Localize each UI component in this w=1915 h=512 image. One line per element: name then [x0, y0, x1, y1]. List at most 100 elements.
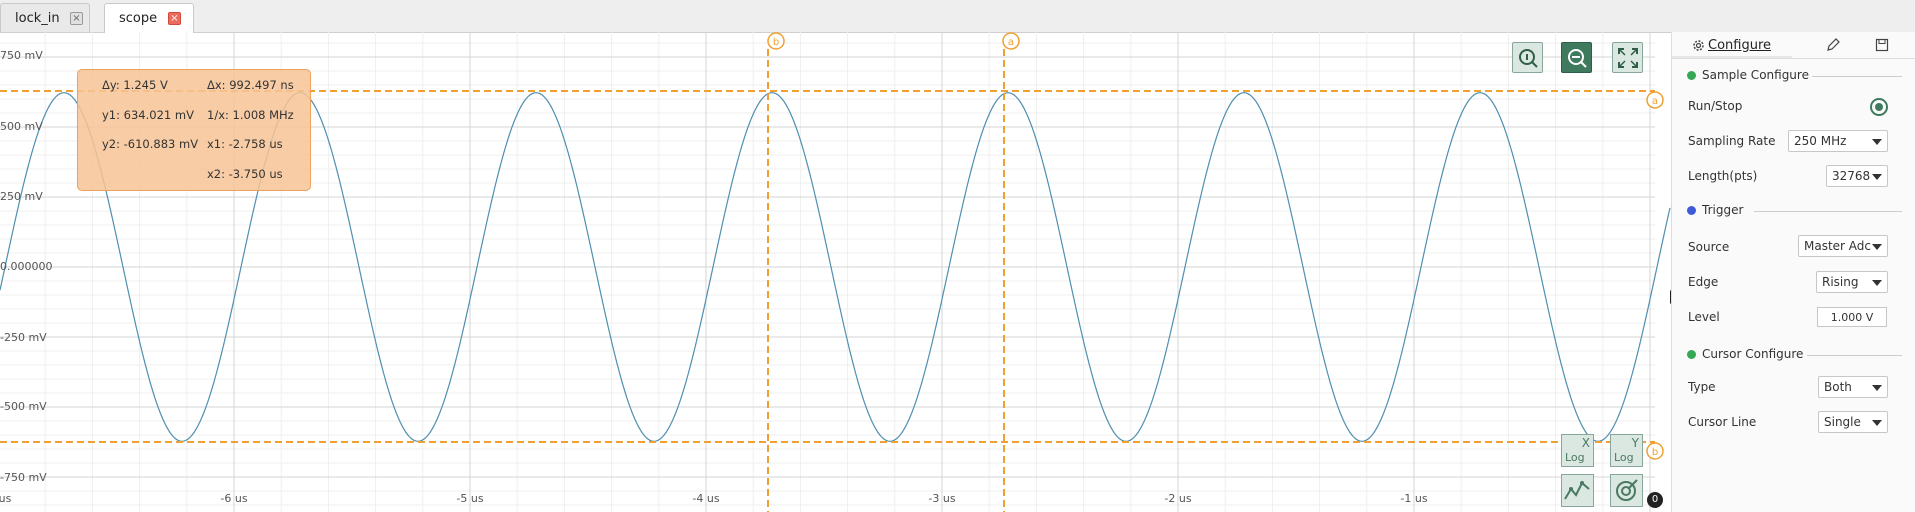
target-icon — [1616, 479, 1638, 501]
section-title: Trigger — [1702, 203, 1744, 217]
tab-configure-label: Configure — [1708, 37, 1772, 53]
log-y-label: Log — [1614, 451, 1634, 464]
active-tab-underline — [1672, 56, 1792, 58]
log-x-button[interactable]: X Log — [1561, 434, 1594, 467]
section-divider — [1754, 211, 1902, 212]
x2-readout: x2: -3.750 us — [207, 167, 283, 181]
y-tick-label: 500 mV — [0, 120, 43, 133]
cursor-line-value: Single — [1824, 415, 1861, 429]
y-tick-label: -250 mV — [0, 331, 47, 344]
type-label: Type — [1688, 380, 1716, 394]
log-x-label: Log — [1565, 451, 1585, 464]
section-divider — [1807, 355, 1902, 356]
log-x-axis-label: X — [1581, 436, 1590, 450]
run-stop-toggle[interactable] — [1870, 98, 1888, 116]
waveform-mode-button[interactable] — [1561, 474, 1594, 507]
zoom-info-icon — [1518, 48, 1538, 68]
x-tick-label: -1 us — [1400, 492, 1428, 505]
cursor-marker-a-top: a — [1002, 32, 1020, 50]
cursor-marker-a-right: a — [1646, 91, 1664, 109]
tab-bar: lock_in × scope × — [0, 0, 1915, 33]
green-dot-icon — [1687, 349, 1696, 359]
close-icon[interactable]: × — [168, 12, 181, 25]
sampling-rate-value: 250 MHz — [1794, 134, 1847, 148]
chevron-down-icon — [1872, 420, 1882, 426]
edge-label: Edge — [1688, 275, 1719, 289]
fullscreen-button[interactable] — [1612, 42, 1643, 73]
waveform-icon — [1564, 481, 1590, 500]
sampling-rate-label: Sampling Rate — [1688, 134, 1776, 148]
x1-readout: x1: -2.758 us — [207, 137, 283, 151]
log-y-axis-label: Y — [1631, 436, 1639, 450]
y-tick-label: 0.000000 — [0, 260, 53, 273]
tab-label: lock_in — [15, 10, 60, 26]
green-dot-icon — [1687, 70, 1696, 80]
run-stop-label: Run/Stop — [1688, 99, 1743, 113]
target-mode-button[interactable] — [1610, 474, 1643, 507]
save-icon — [1875, 38, 1889, 52]
zoom-out-icon — [1567, 48, 1587, 68]
close-icon[interactable]: × — [70, 12, 83, 25]
chevron-down-icon — [1872, 139, 1882, 145]
y-tick-label: -500 mV — [0, 400, 47, 413]
source-select[interactable]: Master Adc — [1798, 235, 1888, 257]
cursor-line-select[interactable]: Single — [1818, 411, 1888, 433]
level-input[interactable]: 1.000 V — [1817, 307, 1887, 327]
cursor-type-select[interactable]: Both — [1818, 376, 1888, 398]
section-title: Sample Configure — [1702, 68, 1809, 82]
run-indicator-icon — [1875, 103, 1883, 111]
section-divider — [1812, 76, 1902, 77]
x-tick-label: -5 us — [456, 492, 484, 505]
x-tick-label: -4 us — [692, 492, 720, 505]
y-tick-label: 750 mV — [0, 49, 43, 62]
blue-dot-icon — [1687, 205, 1696, 215]
x-tick-label: us — [0, 492, 12, 505]
delta-y-readout: Δy: 1.245 V — [102, 78, 168, 92]
length-value: 32768 — [1832, 169, 1871, 183]
delta-x-readout: Δx: 992.497 ns — [207, 78, 294, 92]
tab-configure[interactable]: Configure — [1692, 32, 1771, 58]
edge-select[interactable]: Rising — [1816, 271, 1888, 293]
inverse-x-readout: 1/x: 1.008 MHz — [207, 108, 294, 122]
svg-text:a: a — [1008, 37, 1014, 48]
log-y-button[interactable]: Y Log — [1610, 434, 1643, 467]
section-sample-configure: Sample Configure — [1687, 68, 1809, 82]
length-label: Length(pts) — [1688, 169, 1758, 183]
tab-scope[interactable]: scope × — [104, 3, 194, 33]
cursor-marker-b-top: b — [767, 32, 785, 50]
source-value: Master Adc — [1804, 239, 1872, 253]
cursor-marker-b-right: b — [1646, 442, 1664, 460]
tab-label: scope — [119, 11, 158, 26]
length-select[interactable]: 32768 — [1826, 165, 1888, 187]
svg-text:a: a — [1652, 96, 1658, 107]
configure-panel: Configure Sample Configure Run/Stop Samp… — [1671, 32, 1915, 512]
tab-save[interactable] — [1875, 32, 1889, 58]
svg-text:b: b — [1652, 447, 1658, 458]
section-title: Cursor Configure — [1702, 347, 1804, 361]
zoom-info-button[interactable] — [1512, 42, 1543, 73]
chevron-down-icon — [1872, 174, 1882, 180]
y-tick-label: 250 mV — [0, 190, 43, 203]
level-label: Level — [1688, 310, 1720, 324]
configure-gear-icon — [1693, 39, 1704, 51]
sampling-rate-select[interactable]: 250 MHz — [1788, 130, 1888, 152]
y2-readout: y2: -610.883 mV — [102, 137, 199, 151]
tab-lock-in[interactable]: lock_in × — [0, 3, 90, 32]
status-badge: 0 — [1647, 492, 1663, 508]
pencil-icon — [1827, 38, 1840, 51]
cursor-type-value: Both — [1824, 380, 1852, 394]
panel-tab-bar: Configure — [1672, 32, 1915, 59]
chevron-down-icon — [1872, 280, 1882, 286]
tab-edit[interactable] — [1826, 32, 1840, 58]
chevron-down-icon — [1872, 385, 1882, 391]
svg-text:b: b — [773, 37, 779, 48]
cursor-line-label: Cursor Line — [1688, 415, 1757, 429]
chevron-down-icon — [1872, 244, 1882, 250]
fullscreen-icon — [1617, 47, 1638, 68]
section-cursor-configure: Cursor Configure — [1687, 347, 1803, 361]
cursor-readout-box[interactable]: Δy: 1.245 V Δx: 992.497 ns y1: 634.021 m… — [77, 69, 311, 191]
section-trigger: Trigger — [1687, 203, 1743, 217]
edge-value: Rising — [1822, 275, 1859, 289]
zoom-out-button[interactable] — [1561, 42, 1592, 73]
y-tick-label: -750 mV — [0, 471, 47, 484]
